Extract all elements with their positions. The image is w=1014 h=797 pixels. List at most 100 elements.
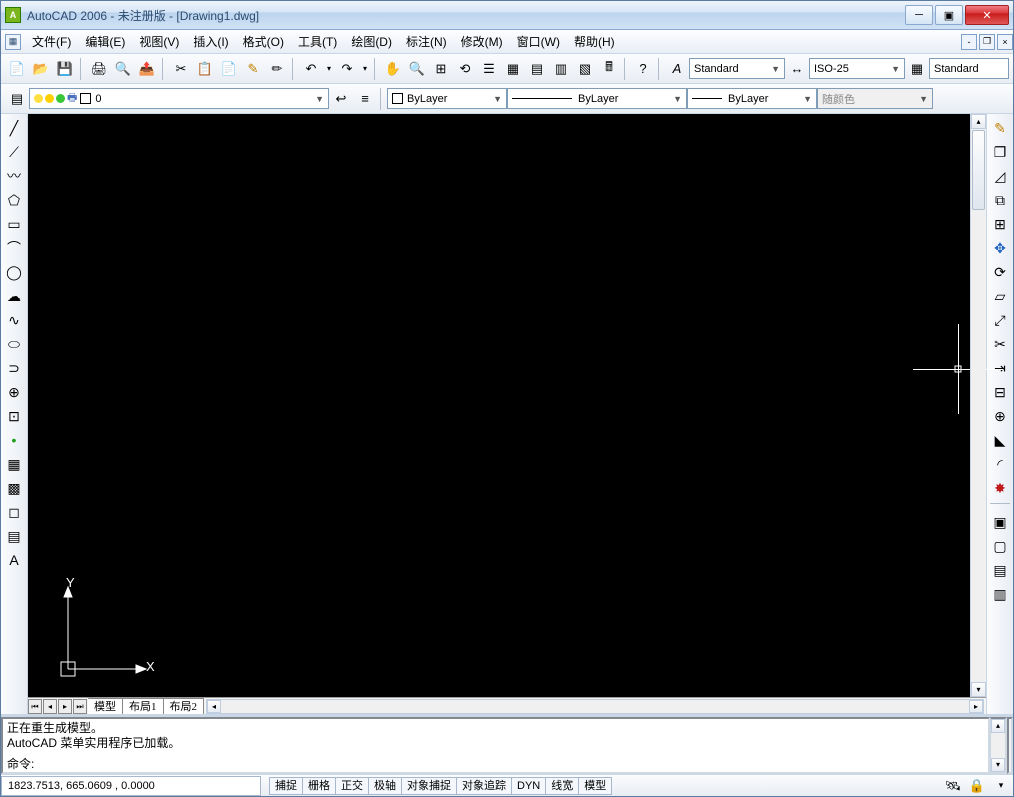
markup-button[interactable]: ▧: [574, 58, 596, 80]
make-block-button[interactable]: ⊡: [3, 405, 25, 427]
block-editor-button[interactable]: ✏: [266, 58, 288, 80]
status-grid[interactable]: 栅格: [302, 777, 336, 795]
arc-button[interactable]: ⌒: [3, 237, 25, 259]
region-button[interactable]: ◻: [3, 501, 25, 523]
mtext-button[interactable]: A: [3, 549, 25, 571]
mirror-button[interactable]: ◿: [989, 165, 1011, 187]
lineweight-combo[interactable]: ByLayer ▼: [687, 88, 817, 109]
mdi-restore-button[interactable]: ❐: [979, 34, 995, 50]
draworder2-button[interactable]: ▢: [989, 535, 1011, 557]
table-style-combo[interactable]: Standard: [929, 58, 1009, 79]
properties-button[interactable]: ☰: [478, 58, 500, 80]
tab-first-button[interactable]: ⏮: [28, 699, 42, 714]
vertical-scrollbar[interactable]: ▴ ▾: [970, 114, 986, 697]
copy-button[interactable]: 📋: [194, 58, 216, 80]
dim-style-icon[interactable]: ↔: [786, 58, 808, 80]
copy-obj-button[interactable]: ❐: [989, 141, 1011, 163]
gradient-button[interactable]: ▩: [3, 477, 25, 499]
plotstyle-combo[interactable]: 随颜色 ▼: [817, 88, 933, 109]
undo-dropdown[interactable]: ▾: [324, 58, 334, 80]
fillet-button[interactable]: ◜: [989, 453, 1011, 475]
status-polar[interactable]: 极轴: [368, 777, 402, 795]
cut-button[interactable]: ✂: [170, 58, 192, 80]
hatch-button[interactable]: ▦: [3, 453, 25, 475]
help-button[interactable]: ?: [632, 58, 654, 80]
scale-button[interactable]: ▱: [989, 285, 1011, 307]
tab-prev-button[interactable]: ◂: [43, 699, 57, 714]
mdi-minimize-button[interactable]: -: [961, 34, 977, 50]
horizontal-scrollbar[interactable]: ◂ ▸: [206, 699, 984, 714]
menu-tools[interactable]: 工具(T): [291, 31, 344, 53]
quickcalc-button[interactable]: 🖩: [598, 58, 620, 80]
command-text[interactable]: 正在重生成模型。 AutoCAD 菜单实用程序已加载。 命令:: [1, 717, 990, 774]
command-resize-grip[interactable]: [1007, 717, 1013, 774]
paste-button[interactable]: 📄: [218, 58, 240, 80]
tab-last-button[interactable]: ⏭: [73, 699, 87, 714]
tab-layout1[interactable]: 布局1: [123, 698, 164, 714]
redo-button[interactable]: ↷: [336, 58, 358, 80]
layer-manager-button[interactable]: ▤: [6, 88, 28, 110]
stretch-button[interactable]: ⤢: [989, 309, 1011, 331]
save-button[interactable]: 💾: [54, 58, 76, 80]
hscroll-left-button[interactable]: ◂: [207, 700, 221, 713]
menu-help[interactable]: 帮助(H): [567, 31, 622, 53]
undo-button[interactable]: ↶: [300, 58, 322, 80]
publish-button[interactable]: 📤: [136, 58, 158, 80]
move-button[interactable]: ✥: [989, 237, 1011, 259]
chamfer-button[interactable]: ◣: [989, 429, 1011, 451]
lock-ui-icon[interactable]: 🔒: [966, 775, 988, 797]
plot-button[interactable]: 🖨: [88, 58, 110, 80]
status-osnap[interactable]: 对象捕捉: [401, 777, 457, 795]
status-lwt[interactable]: 线宽: [545, 777, 579, 795]
match-prop-button[interactable]: ✎: [242, 58, 264, 80]
line-button[interactable]: ╱: [3, 117, 25, 139]
spline-button[interactable]: ∿: [3, 309, 25, 331]
layer-states-button[interactable]: ≡: [354, 88, 376, 110]
trim-button[interactable]: ✂: [989, 333, 1011, 355]
status-ortho[interactable]: 正交: [335, 777, 369, 795]
hscroll-right-button[interactable]: ▸: [969, 700, 983, 713]
tab-next-button[interactable]: ▸: [58, 699, 72, 714]
mdi-doc-icon[interactable]: ▦: [5, 34, 21, 50]
layer-combo[interactable]: 🖶 0 ▼: [29, 88, 329, 109]
cmd-scroll-up[interactable]: ▴: [991, 719, 1005, 733]
menu-insert[interactable]: 插入(I): [186, 31, 235, 53]
cmd-scroll-down[interactable]: ▾: [991, 758, 1005, 772]
dim-style-combo[interactable]: ISO-25▼: [809, 58, 905, 79]
draworder3-button[interactable]: ▤: [989, 559, 1011, 581]
vscroll-thumb[interactable]: [972, 130, 985, 210]
join-button[interactable]: ⊕: [989, 405, 1011, 427]
window-maximize-button[interactable]: ▣: [935, 5, 963, 25]
menu-view[interactable]: 视图(V): [132, 31, 186, 53]
zoom-previous-button[interactable]: ⟲: [454, 58, 476, 80]
xline-button[interactable]: ⟋: [3, 141, 25, 163]
design-center-button[interactable]: ▦: [502, 58, 524, 80]
polyline-button[interactable]: 〰: [3, 165, 25, 187]
pan-button[interactable]: ✋: [382, 58, 404, 80]
table-button[interactable]: ▤: [3, 525, 25, 547]
polygon-button[interactable]: ⬠: [3, 189, 25, 211]
menu-format[interactable]: 格式(O): [236, 31, 291, 53]
menu-modify[interactable]: 修改(M): [454, 31, 510, 53]
color-combo[interactable]: ByLayer ▼: [387, 88, 507, 109]
zoom-window-button[interactable]: ⊞: [430, 58, 452, 80]
draworder-button[interactable]: ▣: [989, 511, 1011, 533]
rotate-button[interactable]: ⟳: [989, 261, 1011, 283]
linetype-combo[interactable]: ByLayer ▼: [507, 88, 687, 109]
menu-edit[interactable]: 编辑(E): [78, 31, 132, 53]
ellipse-arc-button[interactable]: ⊃: [3, 357, 25, 379]
mdi-close-button[interactable]: ×: [997, 34, 1013, 50]
zoom-realtime-button[interactable]: 🔍: [406, 58, 428, 80]
erase-button[interactable]: ✎: [989, 117, 1011, 139]
point-button[interactable]: •: [3, 429, 25, 451]
revcloud-button[interactable]: ☁: [3, 285, 25, 307]
redo-dropdown[interactable]: ▾: [360, 58, 370, 80]
offset-button[interactable]: ⧉: [989, 189, 1011, 211]
window-minimize-button[interactable]: ─: [905, 5, 933, 25]
break-button[interactable]: ⊟: [989, 381, 1011, 403]
tool-palettes-button[interactable]: ▤: [526, 58, 548, 80]
layer-previous-button[interactable]: ↩: [330, 88, 352, 110]
status-coords[interactable]: 1823.7513, 665.0609 , 0.0000: [1, 776, 261, 796]
command-scrollbar[interactable]: ▴ ▾: [990, 717, 1007, 774]
window-close-button[interactable]: ✕: [965, 5, 1009, 25]
